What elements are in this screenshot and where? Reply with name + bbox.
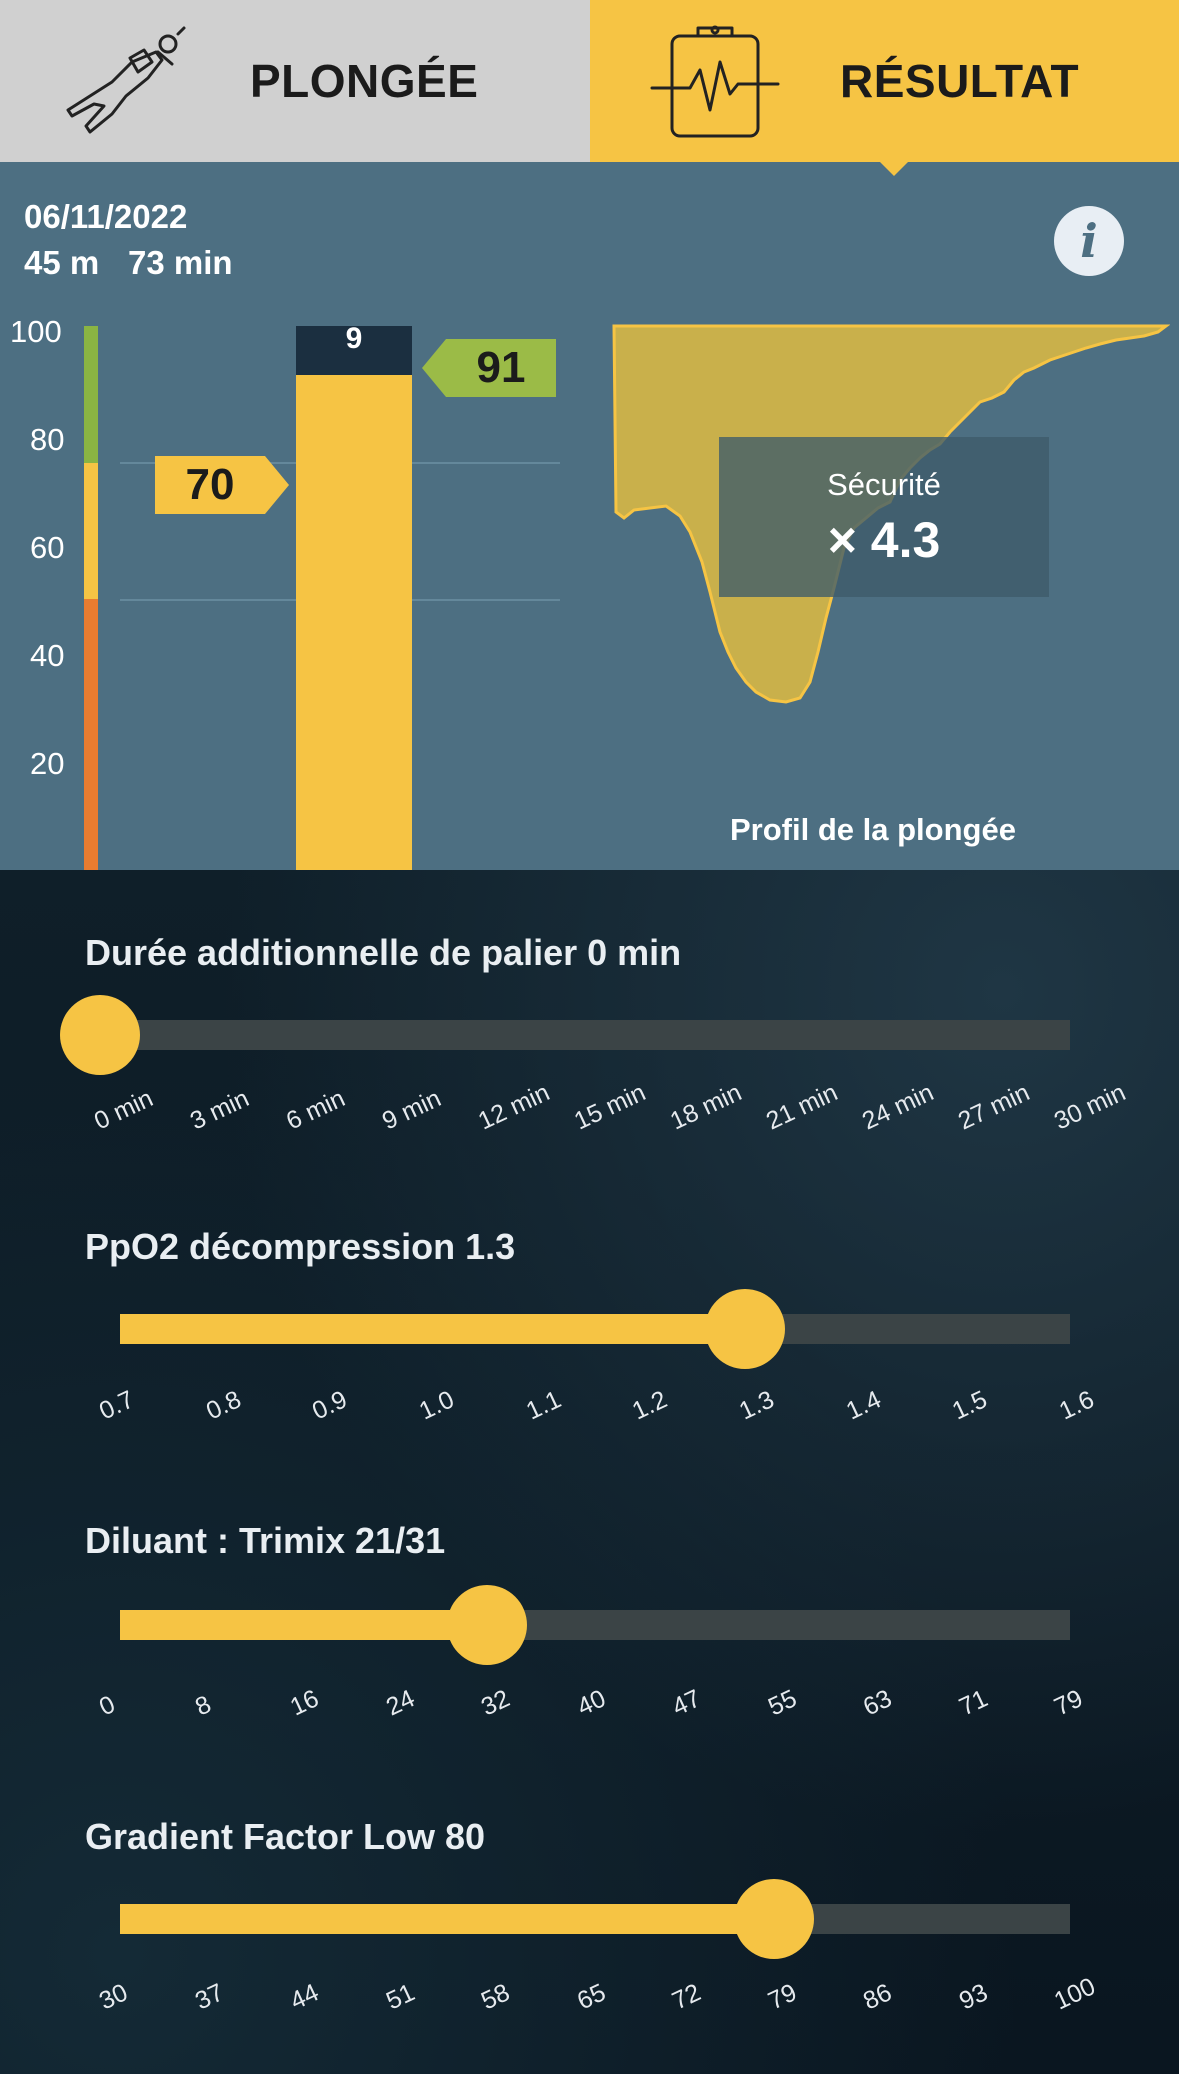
tick-label: 40 xyxy=(572,1684,610,1722)
tick-label: 32 xyxy=(477,1684,515,1722)
tick-label: 15 min xyxy=(570,1078,650,1136)
reference-marker: 70 xyxy=(155,456,289,514)
tick-label: 0 xyxy=(95,1690,120,1722)
tick-label: 6 min xyxy=(282,1084,350,1136)
safety-label: Sécurité xyxy=(827,467,941,502)
tick-label: 1.1 xyxy=(521,1385,565,1426)
y-tick-label: 60 xyxy=(30,530,65,565)
tick-label: 1.5 xyxy=(948,1385,992,1426)
ppo2-title: PpO2 décompression 1.3 xyxy=(85,1226,516,1267)
tick-label: 8 xyxy=(190,1690,215,1722)
tick-label: 86 xyxy=(859,1978,897,2016)
gf-low-title: Gradient Factor Low 80 xyxy=(85,1816,486,1857)
diluant-slider-fill xyxy=(120,1610,487,1640)
tick-label: 0.7 xyxy=(95,1385,139,1426)
info-icon: i xyxy=(1080,214,1098,268)
ppo2-slider-thumb[interactable] xyxy=(705,1289,785,1369)
scale-segment-orange xyxy=(84,599,98,870)
dive-duration: 73 min xyxy=(128,244,233,281)
tick-label: 93 xyxy=(954,1978,992,2016)
scale-segment-yellow xyxy=(84,462,98,599)
tick-label: 1.0 xyxy=(415,1385,459,1426)
diluant-title: Diluant : Trimix 21/31 xyxy=(85,1520,446,1561)
tab-plongee-label: PLONGÉE xyxy=(250,55,479,107)
tick-label: 1.2 xyxy=(628,1385,672,1426)
tick-label: 37 xyxy=(190,1978,228,2016)
y-tick-label: 20 xyxy=(30,746,65,781)
tick-label: 0 min xyxy=(90,1084,158,1136)
info-button[interactable]: i xyxy=(1054,206,1124,276)
tick-label: 0.8 xyxy=(201,1385,245,1426)
tick-label: 100 xyxy=(1050,1972,1100,2016)
tick-label: 63 xyxy=(859,1684,897,1722)
y-tick-label: 40 xyxy=(30,638,65,673)
palier-slider-thumb[interactable] xyxy=(60,995,140,1075)
tick-label: 3 min xyxy=(186,1084,254,1136)
tick-label: 21 min xyxy=(762,1078,842,1136)
tick-label: 55 xyxy=(763,1684,801,1722)
tick-label: 65 xyxy=(572,1978,610,2016)
score-bar-fill xyxy=(296,375,412,870)
tick-label: 30 min xyxy=(1050,1078,1130,1136)
palier-title: Durée additionnelle de palier 0 min xyxy=(85,932,682,973)
tick-label: 16 xyxy=(286,1684,324,1722)
tab-resultat-label: RÉSULTAT xyxy=(840,55,1080,107)
tick-label: 27 min xyxy=(954,1078,1034,1136)
tick-label: 71 xyxy=(954,1684,992,1722)
y-tick-label: 100 xyxy=(10,314,62,349)
tick-label: 24 xyxy=(381,1684,419,1722)
tab-resultat[interactable]: RÉSULTAT xyxy=(590,0,1179,162)
tick-label: 9 min xyxy=(378,1084,446,1136)
tick-label: 58 xyxy=(477,1978,515,2016)
tick-label: 44 xyxy=(286,1978,324,2016)
palier-slider-track[interactable] xyxy=(120,1020,1070,1050)
result-panel: 06/11/2022 45 m 73 min i 100 80 60 40 20… xyxy=(0,162,1179,870)
safety-box: Sécurité × 4.3 xyxy=(719,437,1049,597)
y-tick-label: 80 xyxy=(30,422,65,457)
tick-label: 72 xyxy=(668,1978,706,2016)
tick-label: 12 min xyxy=(474,1078,554,1136)
profile-title: Profil de la plongée xyxy=(730,812,1016,847)
gf-low-slider-fill xyxy=(120,1904,774,1934)
tick-label: 51 xyxy=(381,1978,419,2016)
gf-low-slider-thumb[interactable] xyxy=(733,1879,814,1959)
tick-label: 1.3 xyxy=(735,1385,779,1426)
tick-label: 47 xyxy=(668,1684,706,1722)
tick-label: 1.4 xyxy=(841,1385,885,1426)
tab-bar: PLONGÉE RÉSULTAT xyxy=(0,0,1179,162)
ppo2-slider-fill xyxy=(120,1314,745,1344)
score-remainder-label: 9 xyxy=(345,322,363,355)
clipboard-ecg-icon xyxy=(650,25,780,138)
diluant-slider-thumb[interactable] xyxy=(447,1585,527,1665)
dive-depth: 45 m xyxy=(24,244,100,281)
diver-icon xyxy=(66,26,186,134)
tick-label: 79 xyxy=(763,1978,801,2016)
tick-label: 79 xyxy=(1050,1684,1088,1722)
tick-label: 30 xyxy=(95,1978,133,2016)
settings-sliders: Durée additionnelle de palier 0 min 0 mi… xyxy=(0,870,1179,2074)
score-marker: 91 xyxy=(422,339,556,397)
dive-date: 06/11/2022 xyxy=(24,198,188,235)
safety-value: × 4.3 xyxy=(827,512,941,568)
tick-label: 18 min xyxy=(666,1078,746,1136)
tick-label: 24 min xyxy=(858,1078,938,1136)
tick-label: 0.9 xyxy=(308,1385,352,1426)
scale-segment-green xyxy=(84,326,98,463)
tick-label: 1.6 xyxy=(1055,1385,1099,1426)
active-tab-pointer xyxy=(878,160,910,176)
tab-plongee[interactable]: PLONGÉE xyxy=(0,0,590,162)
